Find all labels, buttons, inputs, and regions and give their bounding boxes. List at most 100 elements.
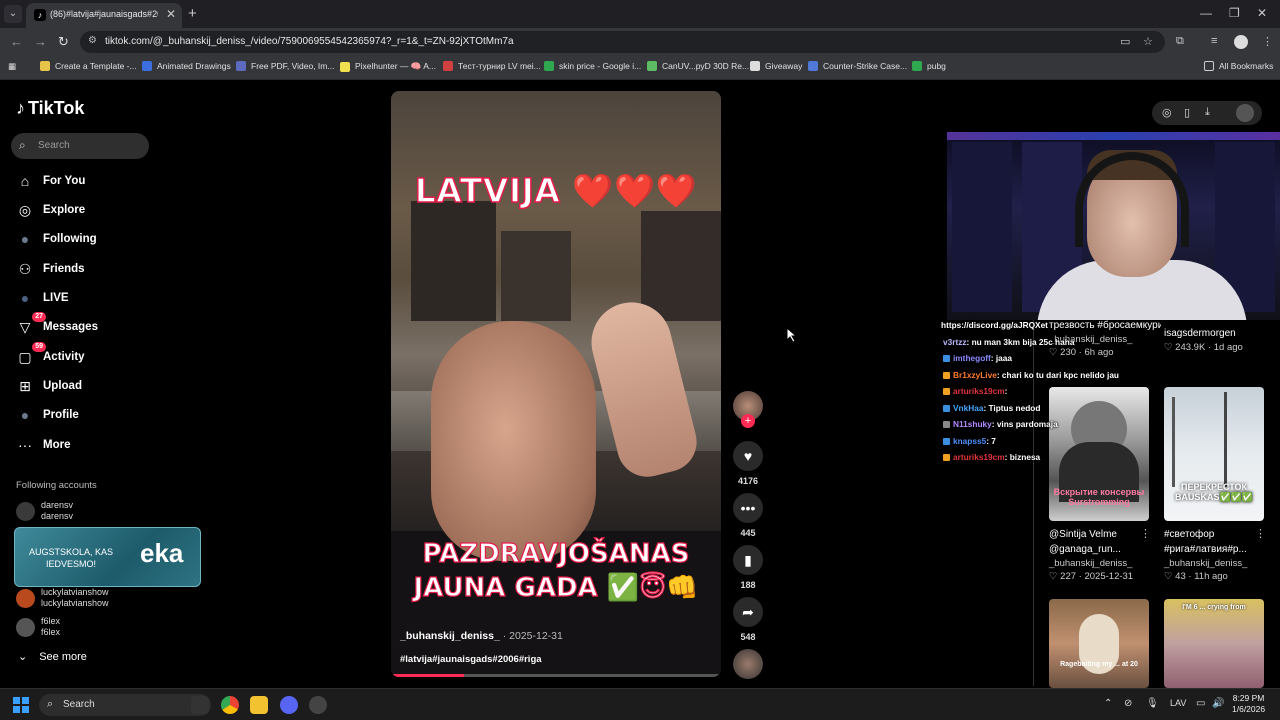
bookmark-item[interactable]: Create a Template -... — [40, 61, 137, 71]
related-video-card[interactable]: isagsdermorgen ♡ 243.9K · 1d ago — [1164, 326, 1276, 355]
sidebar-item-explore[interactable]: ◎ Explore — [16, 200, 85, 220]
more-options-icon[interactable]: ⋮ — [1255, 527, 1266, 540]
bookmark-item[interactable]: CanUV...pyD 30D Re... — [647, 61, 749, 71]
share-button[interactable]: ➦ 548 — [733, 597, 763, 642]
follow-plus-icon[interactable]: + — [741, 414, 755, 428]
chat-badge-icon — [943, 388, 950, 396]
notification-badge: 59 — [32, 342, 46, 352]
video-player[interactable]: LATVIJA ❤️❤️❤️ PAZDRAVJOŠANAS JAUNA GADA… — [391, 91, 721, 677]
tiktok-logo[interactable]: ♪ TikTok — [16, 98, 84, 119]
display-icon[interactable]: ▭ — [1196, 698, 1205, 709]
ad-banner[interactable]: AUGSTSKOLA, KAS IEDVESMO! eka — [14, 527, 201, 587]
back-icon[interactable]: ← — [10, 34, 23, 49]
sound-avatar[interactable] — [733, 649, 763, 679]
microphone-icon[interactable]: 🎙 — [1146, 698, 1159, 709]
following-account-darensv[interactable]: darensv darensv — [16, 498, 73, 524]
tray-chevron-icon[interactable]: ⌃ — [1104, 698, 1112, 709]
sidebar-item-profile[interactable]: ● Profile — [16, 405, 79, 425]
video-hashtags[interactable]: #latvija#jaunaisgads#2006#riga — [400, 654, 542, 665]
bookmark-item[interactable]: Giveaway — [750, 61, 802, 71]
avatar — [16, 501, 35, 521]
obs-icon[interactable] — [309, 696, 327, 714]
chat-text: : biznesa — [1004, 452, 1041, 462]
related-video-card[interactable]: I'M 6 ... crying from — [1164, 599, 1264, 688]
following-avatar-icon: ● — [20, 231, 30, 247]
minimize-icon[interactable]: — — [1200, 6, 1212, 20]
search-icon: ⌕ — [47, 698, 54, 710]
video-author[interactable]: _buhanskij_deniss_ · 2025-12-31 — [400, 630, 563, 642]
chrome-icon[interactable] — [221, 696, 239, 714]
window-close-icon[interactable]: ✕ — [1257, 6, 1267, 20]
task-view-icon[interactable] — [191, 696, 209, 714]
chat-message: Br1xzyLive: chari ko tu dari kpc nelido … — [943, 370, 1119, 380]
site-info-icon[interactable]: ⚙ — [88, 35, 97, 46]
bookmark-item[interactable]: Pixelhunter — 🧠 A... — [340, 61, 436, 72]
chrome-menu-icon[interactable]: ⋮ — [1262, 35, 1273, 48]
video-thumbnail: Ragebaiting my ... at 20 — [1049, 599, 1149, 688]
reload-icon[interactable]: ↻ — [58, 34, 69, 50]
phone-icon[interactable]: ▯ — [1184, 106, 1190, 119]
bookmark-item[interactable]: Animated Drawings — [142, 61, 231, 71]
url-field[interactable]: ⚙ tiktok.com/@_buhanskij_deniss_/video/7… — [80, 31, 1165, 53]
more-options-icon[interactable]: ⋮ — [1140, 527, 1151, 540]
taskbar-search[interactable]: ⌕ Search — [39, 694, 211, 716]
new-tab-icon[interactable]: + — [188, 5, 197, 22]
sidebar-item-for-you[interactable]: ⌂ For You — [16, 171, 86, 191]
streamer-webcam — [947, 132, 1280, 320]
tab-close-icon[interactable]: ✕ — [166, 7, 176, 21]
taskbar-clock[interactable]: 8:29 PM 1/6/2026 — [1232, 693, 1265, 715]
browser-tab-active[interactable]: ♪ (86)#latvija#jaunaisgads#2006# ✕ — [26, 3, 182, 28]
comment-button[interactable]: ••• 445 — [733, 493, 763, 538]
save-button[interactable]: ▮ 188 — [733, 545, 763, 590]
video-overlay-top: LATVIJA ❤️❤️❤️ — [414, 170, 698, 211]
related-video-card[interactable]: Ragebaiting my ... at 20 — [1049, 599, 1149, 688]
sidebar-item-following[interactable]: ● Following — [16, 229, 97, 249]
like-button[interactable]: ♥ 4176 — [733, 441, 763, 486]
following-account-f6lex[interactable]: f6lex f6lex — [16, 614, 60, 640]
file-explorer-icon[interactable] — [250, 696, 268, 714]
tab-search-chevron-icon[interactable]: ⌄ — [4, 5, 22, 23]
bookmark-item[interactable]: Counter-Strike Case... — [808, 61, 907, 71]
cast-icon[interactable]: ▭ — [1120, 35, 1130, 48]
media-control-icon[interactable]: ≡ — [1211, 35, 1217, 47]
compass-icon[interactable]: ◎ — [1162, 106, 1172, 119]
chat-username: arturiks19cm — [953, 386, 1005, 396]
restore-icon[interactable]: ❐ — [1229, 6, 1240, 20]
sidebar-item-more[interactable]: ··· More — [16, 435, 70, 455]
chat-text: : nu man 3km bija 25c haha — [966, 337, 1075, 347]
language-indicator[interactable]: LAV — [1170, 698, 1186, 708]
all-bookmarks[interactable]: All Bookmarks — [1204, 61, 1273, 71]
network-icon[interactable]: ⊘ — [1124, 698, 1132, 709]
forward-icon[interactable]: → — [34, 34, 47, 49]
sidebar-item-messages[interactable]: ▽ 27 Messages — [16, 312, 98, 337]
discord-icon[interactable] — [280, 696, 298, 714]
apps-grid-icon[interactable]: ▦ — [8, 61, 16, 72]
bookmark-item[interactable]: Тест-турнир LV mei... — [443, 61, 541, 71]
sidebar-item-upload[interactable]: ⊞ Upload — [16, 376, 82, 396]
chat-username: https://discord.gg/aJRQXet — [941, 320, 1048, 330]
sidebar-item-live[interactable]: ● LIVE — [16, 288, 69, 308]
chrome-profile-avatar[interactable] — [1234, 35, 1248, 49]
see-more-button[interactable]: ⌄ See more — [18, 650, 87, 664]
extensions-icon[interactable]: ⧉ — [1176, 35, 1184, 48]
video-progress-bar[interactable] — [391, 674, 721, 677]
bookmark-star-icon[interactable]: ☆ — [1143, 35, 1153, 48]
chat-text: : — [1004, 386, 1008, 396]
sidebar-item-activity[interactable]: ▢ 59 Activity — [16, 342, 85, 367]
upload-icon: ⊞ — [19, 378, 31, 394]
user-avatar[interactable] — [1236, 104, 1254, 122]
sidebar-item-friends[interactable]: ⚇ Friends — [16, 259, 85, 279]
more-icon: ··· — [18, 437, 32, 453]
following-account-luckylatvianshow[interactable]: luckylatvianshow luckylatvianshow — [16, 585, 109, 611]
bookmark-item[interactable]: pubg — [912, 61, 946, 71]
windows-start-icon[interactable] — [13, 697, 29, 713]
related-video-card[interactable]: Вскрытие консервы Surstromming @Sintija … — [1049, 387, 1161, 584]
bookmark-item[interactable]: skin price - Google i... — [544, 61, 641, 71]
related-video-card[interactable]: ПЕРЕКРЕСТОК BAUSKAS✅✅✅ #светофор #рига#л… — [1164, 387, 1276, 584]
volume-icon[interactable]: 🔊 — [1212, 698, 1224, 709]
search-input[interactable]: ⌕ Search — [11, 133, 149, 159]
download-icon[interactable]: ⤓ — [1205, 106, 1210, 119]
bookmark-favicon-icon — [912, 61, 922, 71]
bookmark-item[interactable]: Free PDF, Video, Im... — [236, 61, 334, 71]
video-overlay-bottom: PAZDRAVJOŠANAS JAUNA GADA ✅😇👊 — [413, 538, 699, 603]
